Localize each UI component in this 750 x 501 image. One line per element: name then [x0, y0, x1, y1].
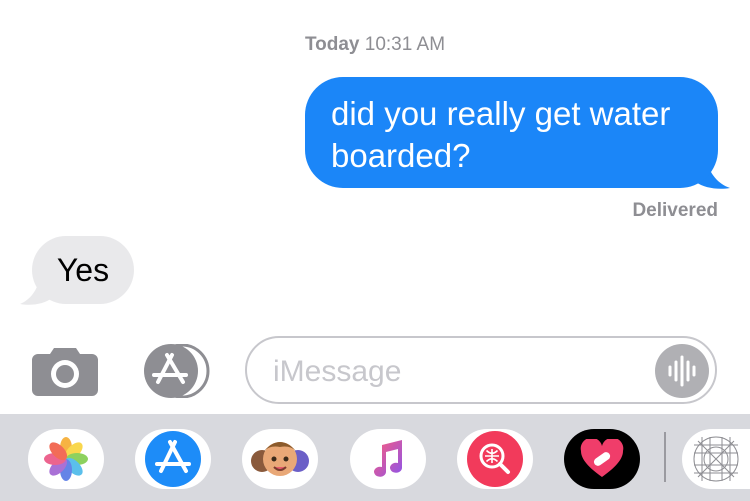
message-timestamp: Today 10:31 AM: [0, 34, 750, 56]
stickers-grid-icon: [693, 436, 739, 482]
app-store-button[interactable]: [138, 343, 214, 399]
photos-app-button[interactable]: [28, 429, 104, 489]
app-store-app-button[interactable]: [135, 429, 211, 489]
outgoing-message-bubble[interactable]: did you really get water boarded?: [305, 77, 718, 188]
digital-touch-icon: [580, 439, 624, 477]
incoming-message-text: Yes: [56, 252, 110, 288]
music-icon: [374, 440, 402, 477]
audio-message-button[interactable]: [655, 344, 709, 398]
app-store-icon: [144, 343, 210, 399]
incoming-message-bubble[interactable]: Yes: [32, 236, 134, 304]
timestamp-time: 10:31 AM: [364, 34, 446, 55]
drawer-divider: [664, 432, 666, 482]
delivery-status: Delivered: [632, 200, 718, 221]
memoji-app-button[interactable]: [242, 429, 318, 489]
app-store-app-icon: [145, 431, 201, 487]
outgoing-message-line-2: boarded?: [331, 137, 471, 174]
imessage-placeholder: iMessage: [273, 355, 402, 388]
waveform-icon: [668, 355, 696, 387]
camera-button[interactable]: [32, 344, 98, 396]
web-search-icon: [467, 431, 523, 487]
web-search-app-button[interactable]: [457, 429, 533, 489]
memoji-icon: [251, 442, 309, 476]
music-app-button[interactable]: [350, 429, 426, 489]
stickers-app-button[interactable]: [682, 429, 750, 489]
timestamp-day: Today: [304, 34, 360, 55]
photos-icon: [44, 437, 88, 481]
digital-touch-app-button[interactable]: [564, 429, 640, 489]
camera-icon: [32, 348, 98, 396]
outgoing-message-line-1: did you really get water: [331, 95, 671, 132]
imessage-input[interactable]: iMessage: [245, 336, 717, 404]
